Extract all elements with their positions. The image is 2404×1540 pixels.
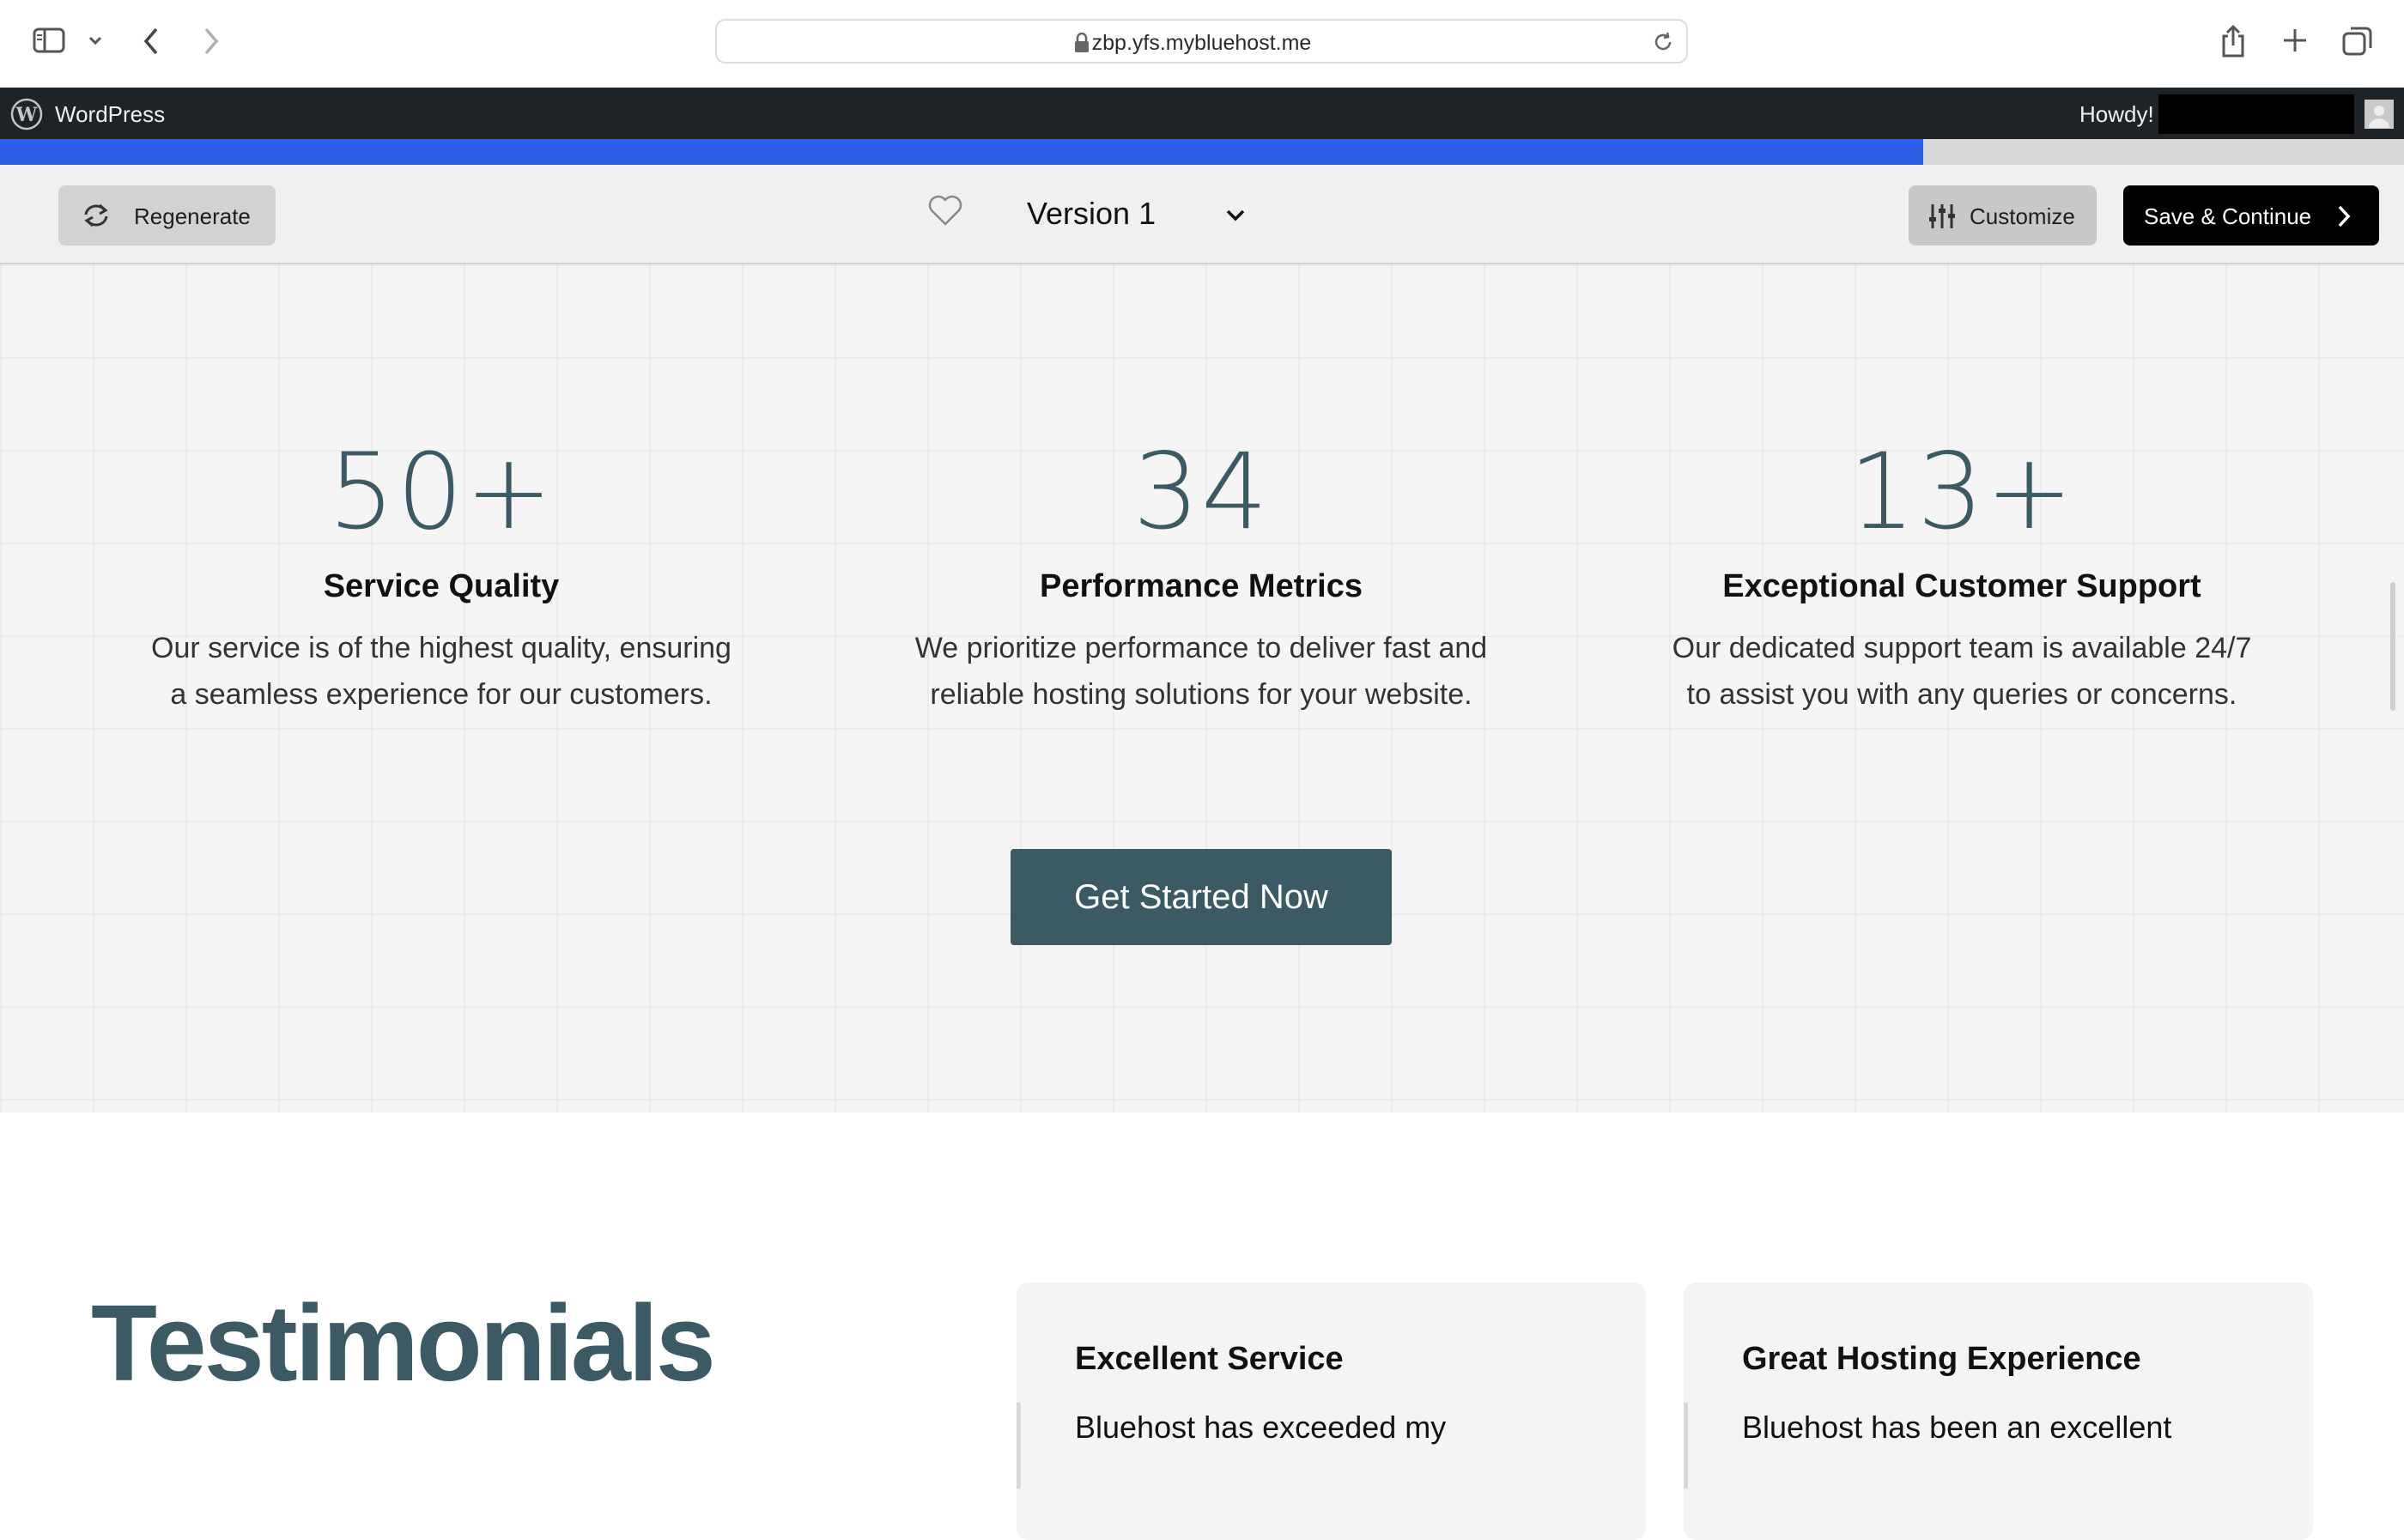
scrollbar-thumb[interactable] <box>2390 582 2395 711</box>
stat-description-line: a seamless experience for our customers. <box>170 678 713 711</box>
stat-description-line: reliable hosting solutions for your webs… <box>930 678 1472 711</box>
wp-site-link[interactable]: WordPress <box>55 101 165 128</box>
browser-toolbar: zbp.yfs.mybluehost.me <box>0 0 2404 88</box>
reload-icon[interactable] <box>1652 31 1674 58</box>
version-select[interactable]: Version 1 <box>1027 196 1156 232</box>
chevron-down-icon[interactable] <box>88 34 103 51</box>
testimonial-text: Bluehost has been an excellent <box>1742 1410 2172 1445</box>
save-continue-button[interactable]: Save & Continue <box>2123 185 2379 246</box>
stat-number: 13+ <box>1849 431 2075 553</box>
forward-icon[interactable] <box>201 26 222 61</box>
testimonial-title: Great Hosting Experience <box>1742 1341 2141 1377</box>
testimonials-section: Testimonials Excellent Service Bluehost … <box>0 1113 2404 1540</box>
stat-number: 50+ <box>328 431 555 553</box>
stat-description-line: to assist you with any queries or concer… <box>1686 678 2237 711</box>
howdy-greeting[interactable]: Howdy! <box>2079 101 2154 128</box>
stat-number: 34 <box>1132 431 1270 553</box>
svg-text:W: W <box>15 104 38 126</box>
new-tab-icon[interactable] <box>2282 27 2308 58</box>
chevron-down-icon[interactable] <box>1224 208 1247 227</box>
stat-description: Our dedicated support team is available … <box>1593 625 2331 718</box>
chevron-right-icon <box>2336 204 2352 233</box>
refresh-icon <box>81 201 112 234</box>
stat-item: 50+ Service Quality Our service is of th… <box>72 427 810 718</box>
stat-title: Service Quality <box>323 568 560 604</box>
sliders-icon <box>1927 202 1957 235</box>
testimonial-text: Bluehost has exceeded my <box>1075 1410 1447 1445</box>
stat-description-line: We prioritize performance to deliver fas… <box>914 632 1488 664</box>
stat-title: Exceptional Customer Support <box>1722 568 2201 604</box>
onboarding-progress-bar <box>0 139 2404 165</box>
back-icon[interactable] <box>141 26 161 61</box>
preview-toolbar: Regenerate Version 1 Customize Save & Co… <box>0 165 2404 264</box>
stat-description-line: Our dedicated support team is available … <box>1672 632 2252 664</box>
stat-description: We prioritize performance to deliver fas… <box>832 625 1570 718</box>
stat-item: 34 Performance Metrics We prioritize per… <box>832 427 1570 718</box>
stat-item: 13+ Exceptional Customer Support Our ded… <box>1593 427 2331 718</box>
stat-title: Performance Metrics <box>1040 568 1363 604</box>
heart-icon[interactable] <box>927 194 963 231</box>
stats-section: 50+ Service Quality Our service is of th… <box>0 264 2404 1113</box>
testimonial-title: Excellent Service <box>1075 1341 1344 1377</box>
customize-button[interactable]: Customize <box>1909 185 2097 246</box>
tabs-overview-icon[interactable] <box>2342 26 2373 61</box>
address-bar[interactable]: zbp.yfs.mybluehost.me <box>715 19 1688 64</box>
get-started-button[interactable]: Get Started Now <box>1011 849 1392 945</box>
sidebar-toggle-icon[interactable] <box>33 27 65 58</box>
regenerate-label: Regenerate <box>134 203 251 229</box>
quote-bar <box>1017 1403 1021 1488</box>
progress-fill <box>0 139 1923 165</box>
avatar[interactable] <box>2365 100 2394 129</box>
wp-admin-bar: W WordPress Howdy! <box>0 88 2404 139</box>
save-continue-label: Save & Continue <box>2144 203 2312 229</box>
stat-description-line: Our service is of the highest quality, e… <box>151 632 732 664</box>
testimonial-card: Great Hosting Experience Bluehost has be… <box>1684 1282 2313 1540</box>
testimonial-card: Excellent Service Bluehost has exceeded … <box>1017 1282 1646 1540</box>
customize-label: Customize <box>1970 203 2075 229</box>
testimonials-heading: Testimonials <box>91 1282 716 1404</box>
regenerate-button[interactable]: Regenerate <box>58 185 276 246</box>
share-icon[interactable] <box>2219 24 2247 63</box>
redacted-username[interactable] <box>2158 94 2354 134</box>
quote-bar <box>1684 1403 1688 1488</box>
stat-description: Our service is of the highest quality, e… <box>72 625 810 718</box>
url-text: zbp.yfs.mybluehost.me <box>1091 31 1312 55</box>
wordpress-logo-icon[interactable]: W <box>10 98 43 135</box>
